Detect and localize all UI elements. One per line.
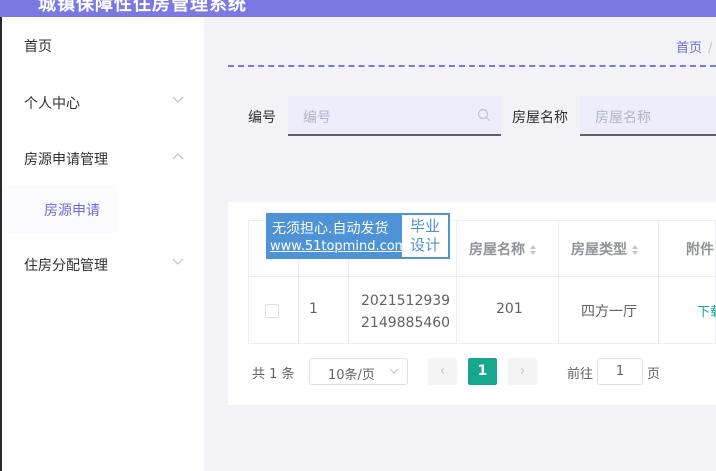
sidebar-item-housing-application-management[interactable]: 房源申请管理 — [2, 132, 204, 184]
house-name-search-input[interactable]: 房屋名称 — [580, 96, 716, 136]
breadcrumb-home[interactable]: 首页 — [676, 41, 702, 56]
number-search-input[interactable]: 编号 — [288, 96, 501, 136]
watermark-text: 无须担心.自动发货 — [272, 221, 389, 237]
row-index-cell: 1 — [299, 277, 349, 344]
pagination-total: 共 1 条 — [252, 367, 295, 382]
table-header-house-type[interactable]: 房屋类型 — [559, 221, 659, 277]
row-attachment-cell: 下载 — [659, 277, 716, 344]
sidebar: 首页 个人中心 房源申请管理 房源申请 住房分配管理 — [0, 17, 204, 471]
row-index: 1 — [309, 301, 318, 317]
house-name-header-text: 房屋名称 — [469, 242, 525, 258]
watermark-link[interactable]: www.51topmind.com — [270, 239, 407, 254]
table-header-house-name[interactable]: 房屋名称 — [457, 221, 559, 277]
sidebar-item-personal-center[interactable]: 个人中心 — [2, 76, 204, 128]
house-type-header-text: 房屋类型 — [571, 242, 627, 258]
attachment-header-text: 附件 — [686, 242, 714, 258]
row-house-name-cell: 201 — [457, 277, 559, 344]
page-size-select[interactable]: 10条/页 — [309, 358, 408, 385]
number-placeholder: 编号 — [303, 110, 331, 126]
house-name-label: 房屋名称 — [512, 110, 568, 126]
number-label: 编号 — [248, 110, 276, 126]
goto-suffix: 页 — [647, 367, 661, 382]
sidebar-item-label: 首页 — [24, 39, 52, 55]
row-house-type-cell: 四方一厅 — [559, 277, 659, 344]
breadcrumb: 首页 / — [676, 37, 712, 56]
app-header: 城镇保障性住房管理系统 — [0, 0, 716, 17]
sidebar-item-home[interactable]: 首页 — [2, 19, 204, 71]
chevron-up-icon — [172, 153, 184, 160]
watermark-banner: 无须担心.自动发货 www.51topmind.com 毕业 设计 — [266, 213, 450, 259]
goto-page-input[interactable]: 1 — [597, 358, 643, 385]
search-icon — [477, 108, 490, 121]
prev-page-button[interactable]: ‹ — [428, 358, 457, 385]
row-number-cell: 2021512939 2149885460 — [349, 277, 457, 344]
house-name-placeholder: 房屋名称 — [595, 110, 651, 126]
sort-icon[interactable] — [529, 244, 537, 256]
chevron-down-icon — [389, 368, 399, 374]
app-title: 城镇保障性住房管理系统 — [38, 0, 247, 15]
chevron-down-icon — [172, 258, 184, 265]
table-header-attachment: 附件 — [659, 221, 716, 277]
sidebar-subitem-label: 房源申请 — [44, 203, 100, 219]
chevron-down-icon — [172, 96, 184, 103]
goto-prefix: 前往 — [567, 367, 594, 382]
page-number-button[interactable]: 1 — [468, 358, 497, 385]
download-link[interactable]: 下载 — [697, 301, 716, 320]
row-house-type: 四方一厅 — [581, 304, 637, 320]
row-checkbox[interactable] — [265, 304, 279, 318]
watermark-badge: 毕业 设计 — [402, 215, 448, 257]
row-selection-cell — [249, 277, 299, 344]
divider — [228, 65, 716, 67]
breadcrumb-separator: / — [708, 41, 713, 56]
sort-icon[interactable] — [631, 244, 639, 256]
next-page-button[interactable]: › — [508, 358, 537, 385]
sidebar-item-label: 个人中心 — [24, 96, 80, 112]
row-number: 2021512939 2149885460 — [361, 293, 451, 331]
row-house-name: 201 — [496, 301, 523, 317]
sidebar-item-label: 房源申请管理 — [24, 152, 108, 168]
sidebar-item-housing-allocation-management[interactable]: 住房分配管理 — [2, 238, 204, 290]
page-size-value: 10条/页 — [328, 368, 375, 383]
sidebar-item-label: 住房分配管理 — [24, 258, 108, 274]
sidebar-subitem-housing-application[interactable]: 房源申请 — [2, 185, 118, 233]
